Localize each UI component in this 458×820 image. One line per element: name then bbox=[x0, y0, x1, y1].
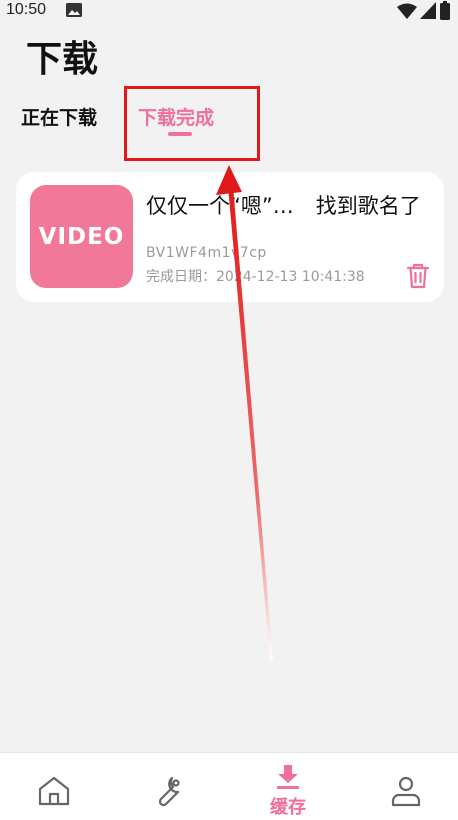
trash-icon[interactable] bbox=[404, 262, 432, 290]
completed-date-value: 2024-12-13 10:41:38 bbox=[216, 269, 365, 285]
status-bar: 10:50 bbox=[0, 0, 458, 22]
page-title: 下载 bbox=[26, 39, 99, 80]
tab-downloading[interactable]: 正在下载 bbox=[21, 103, 97, 130]
wifi-icon bbox=[397, 3, 417, 19]
nav-tools[interactable] bbox=[128, 753, 208, 820]
video-title: 仅仅一个“嗯”… 找到歌名了 bbox=[146, 190, 444, 220]
status-time: 10:50 bbox=[6, 1, 47, 18]
completed-date: 完成日期：2024-12-13 10:41:38 bbox=[146, 266, 365, 286]
video-id: BV1WF4m1v7cp bbox=[146, 245, 267, 261]
bottom-navigation: 缓存 bbox=[0, 752, 458, 820]
signal-icon bbox=[420, 2, 436, 19]
nav-profile[interactable] bbox=[366, 753, 446, 820]
nav-cache[interactable]: 缓存 bbox=[248, 753, 328, 820]
nav-home[interactable] bbox=[14, 753, 94, 820]
person-icon[interactable] bbox=[388, 773, 424, 809]
nav-cache-label: 缓存 bbox=[270, 797, 306, 818]
completed-date-label: 完成日期： bbox=[146, 269, 216, 285]
home-icon[interactable] bbox=[36, 773, 72, 809]
video-title-part1: 仅仅一个“嗯”… bbox=[146, 194, 294, 218]
video-title-part2: 找到歌名了 bbox=[315, 194, 421, 218]
download-icon[interactable] bbox=[274, 763, 302, 791]
battery-icon bbox=[440, 1, 450, 20]
image-icon bbox=[66, 3, 82, 17]
wrench-icon[interactable] bbox=[150, 773, 186, 809]
download-item-card[interactable]: VIDEO 仅仅一个“嗯”… 找到歌名了 BV1WF4m1v7cp 完成日期：20… bbox=[16, 172, 444, 302]
annotation-highlight-box bbox=[124, 86, 260, 161]
video-thumbnail[interactable]: VIDEO bbox=[30, 185, 133, 288]
